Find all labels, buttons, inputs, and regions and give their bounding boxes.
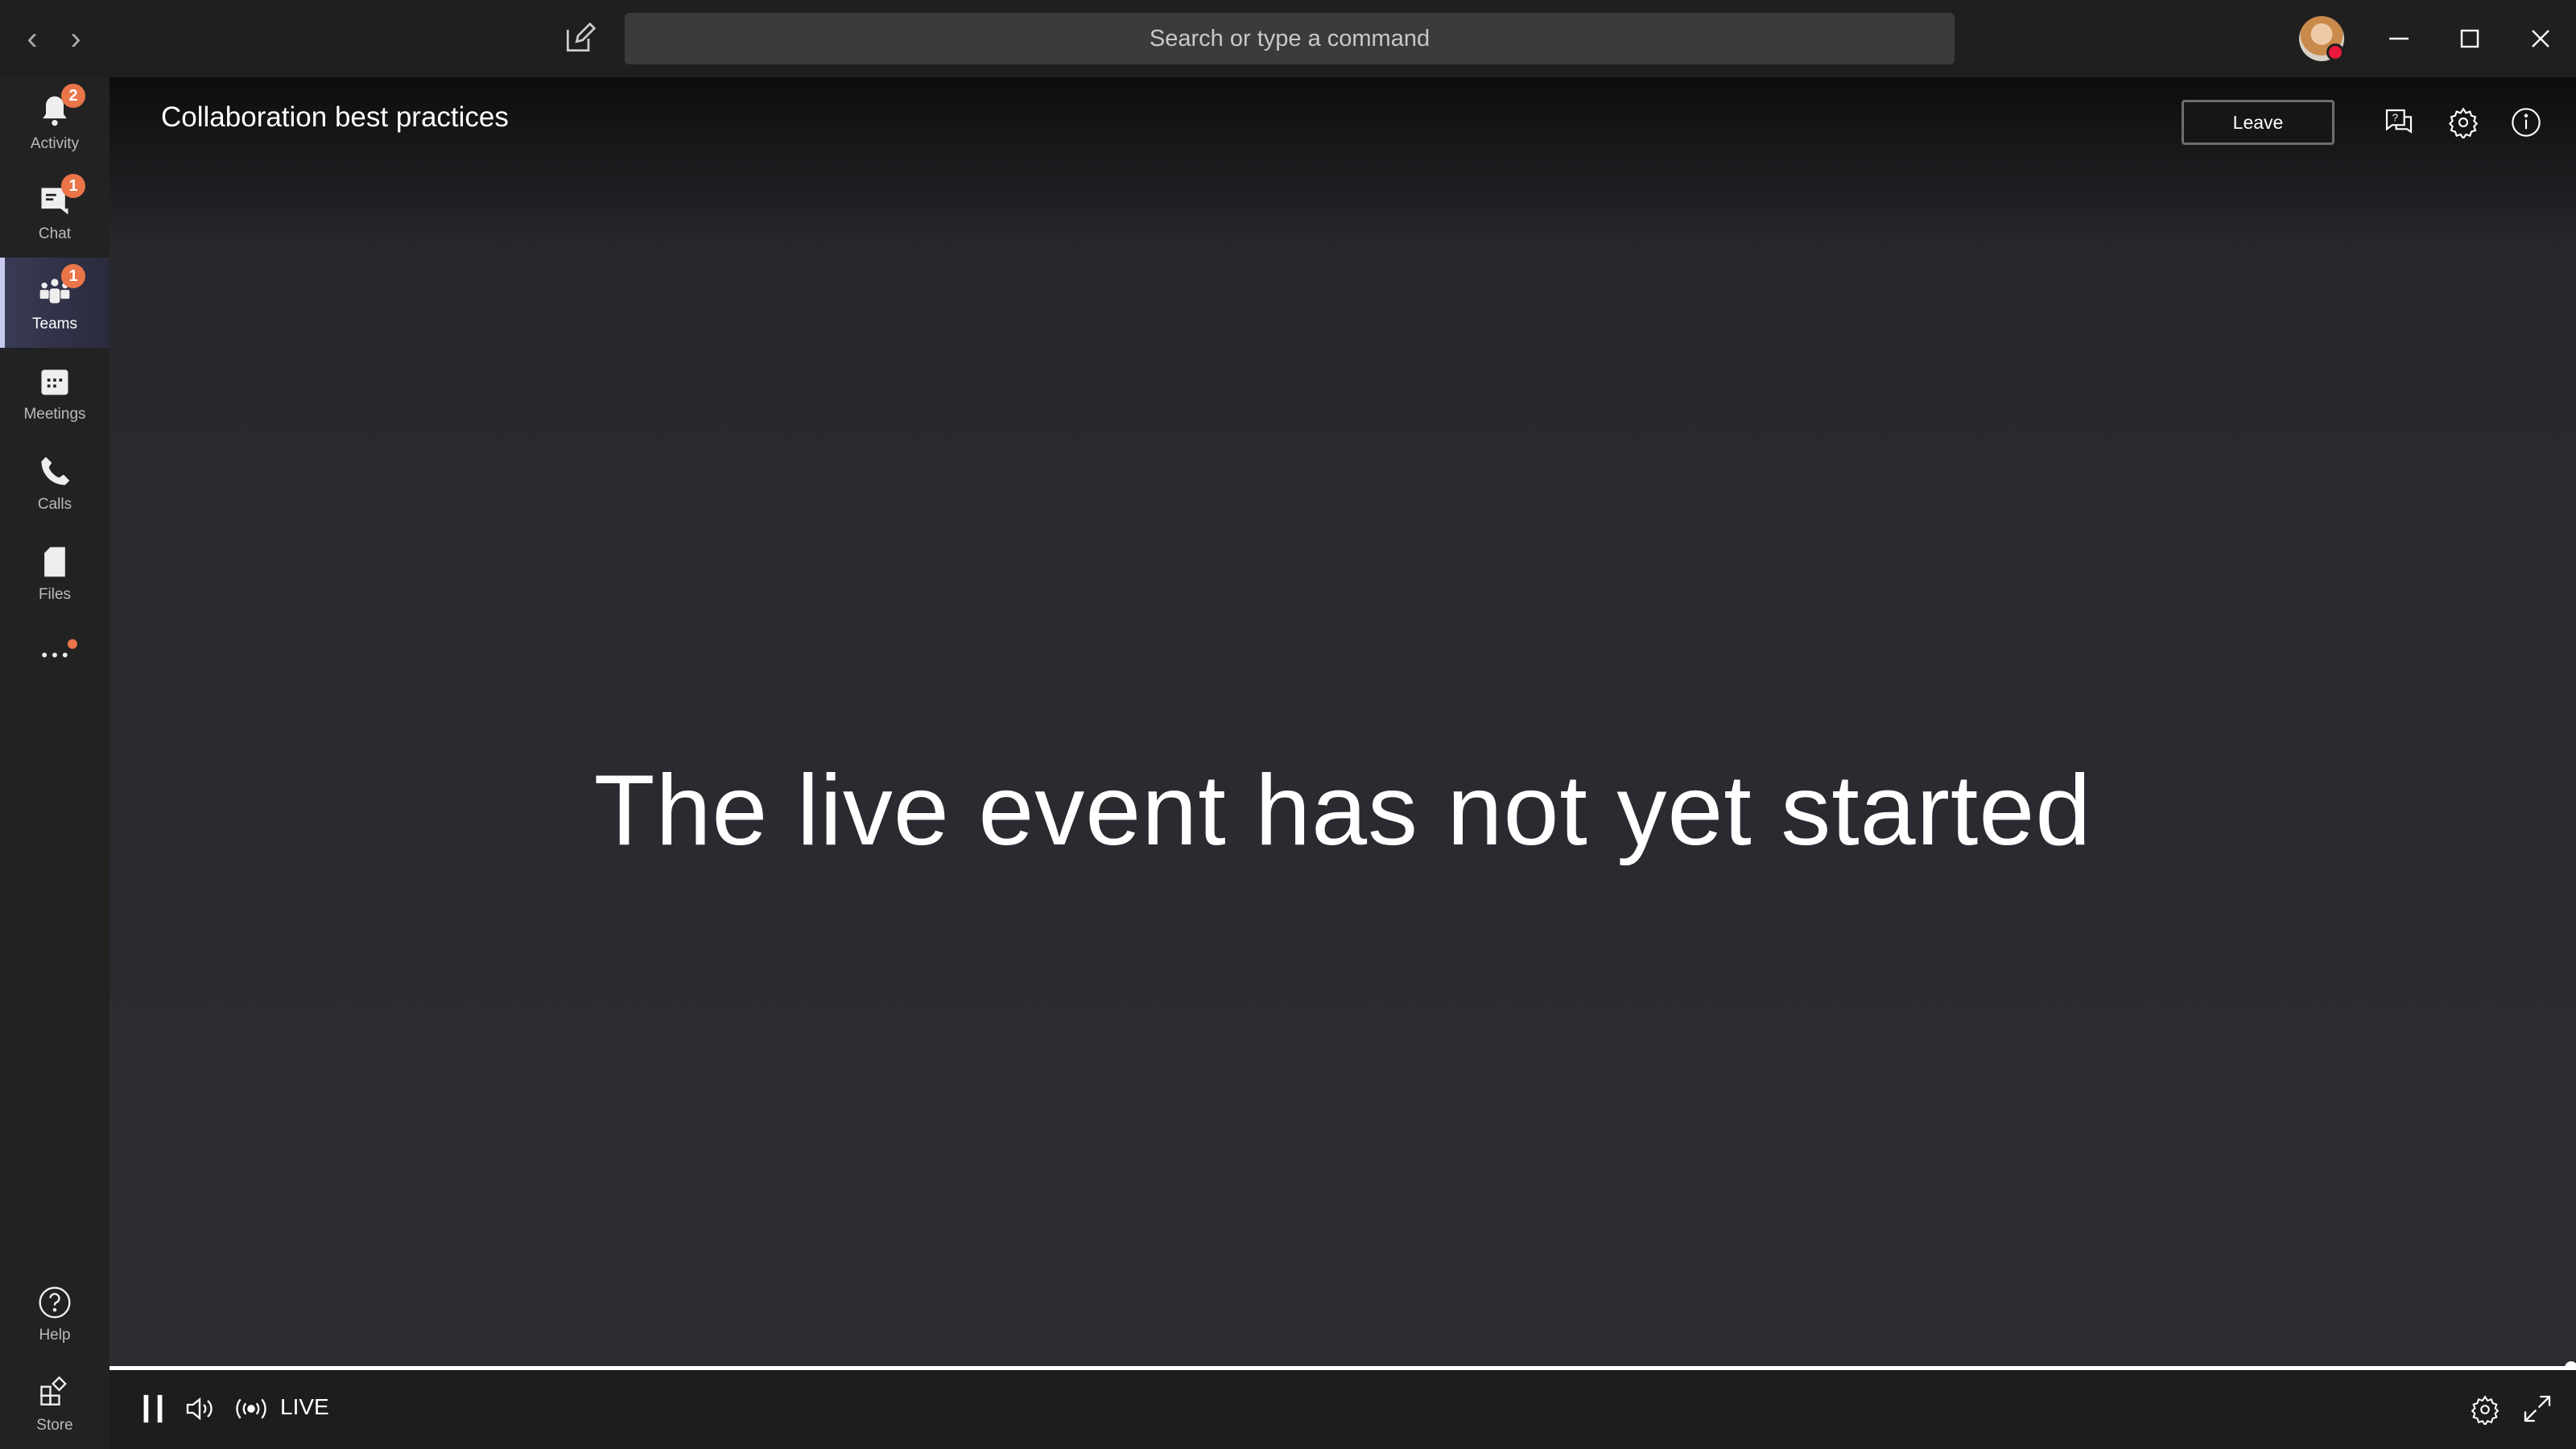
fullscreen-icon[interactable] <box>2521 1393 2553 1425</box>
event-status-message: The live event has not yet started <box>593 755 2092 866</box>
svg-text:?: ? <box>2392 111 2398 123</box>
sidebar-item-help[interactable]: Help <box>0 1269 109 1359</box>
sidebar-item-label: Help <box>39 1327 71 1344</box>
more-icon <box>42 652 68 658</box>
settings-icon[interactable] <box>2447 106 2479 138</box>
sidebar-item-label: Teams <box>32 316 77 332</box>
sidebar-item-label: Chat <box>38 225 72 242</box>
sidebar-item-teams[interactable]: 1 Teams <box>0 258 109 348</box>
sidebar-item-more-apps[interactable] <box>0 618 109 708</box>
sidebar-item-label: Calls <box>37 496 72 513</box>
calendar-icon <box>41 369 68 395</box>
title-bar: ‹ › Search or type a command <box>0 0 2576 77</box>
sidebar-item-label: Store <box>36 1417 73 1434</box>
back-button[interactable]: ‹ <box>14 21 50 56</box>
minimize-button[interactable] <box>2380 19 2418 58</box>
notification-badge: 1 <box>61 174 85 198</box>
sidebar-item-label: Meetings <box>23 406 86 423</box>
leave-button[interactable]: Leave <box>2182 100 2334 145</box>
help-icon <box>39 1286 71 1319</box>
file-icon <box>44 547 65 577</box>
sidebar-item-label: Files <box>38 586 72 603</box>
sidebar-item-activity[interactable]: 2 Activity <box>0 77 109 167</box>
event-title: Collaboration best practices <box>161 101 509 133</box>
player-settings-icon[interactable] <box>2470 1394 2500 1425</box>
notification-badge: 1 <box>61 264 85 288</box>
qna-icon[interactable]: ? <box>2383 106 2415 138</box>
sidebar-item-calls[interactable]: Calls <box>0 438 109 528</box>
presence-status-dot <box>2326 43 2344 61</box>
phone-icon <box>41 456 70 485</box>
sidebar-item-meetings[interactable]: Meetings <box>0 348 109 438</box>
notification-dot <box>68 639 77 649</box>
info-icon[interactable] <box>2510 106 2542 138</box>
maximize-button[interactable] <box>2450 19 2489 58</box>
forward-button[interactable]: › <box>58 21 93 56</box>
sidebar-item-files[interactable]: Files <box>0 528 109 618</box>
live-broadcast-icon <box>236 1398 266 1419</box>
pause-icon[interactable] <box>138 1393 167 1425</box>
live-event-stage: Collaboration best practices Leave ? The… <box>109 77 2576 1368</box>
app-bar: 2 Activity 1 Chat 1 Teams Meetings Calls… <box>0 77 109 1449</box>
compose-icon[interactable] <box>562 21 597 56</box>
sidebar-item-store[interactable]: Store <box>0 1359 109 1449</box>
player-controls: LIVE <box>109 1370 2576 1449</box>
volume-icon[interactable] <box>184 1393 216 1425</box>
search-input[interactable]: Search or type a command <box>625 13 1955 64</box>
sidebar-item-label: Activity <box>30 135 80 152</box>
sidebar-item-chat[interactable]: 1 Chat <box>0 167 109 258</box>
store-icon <box>40 1376 67 1406</box>
live-label: LIVE <box>280 1394 329 1419</box>
close-button[interactable] <box>2521 19 2560 58</box>
notification-badge: 2 <box>61 84 85 108</box>
